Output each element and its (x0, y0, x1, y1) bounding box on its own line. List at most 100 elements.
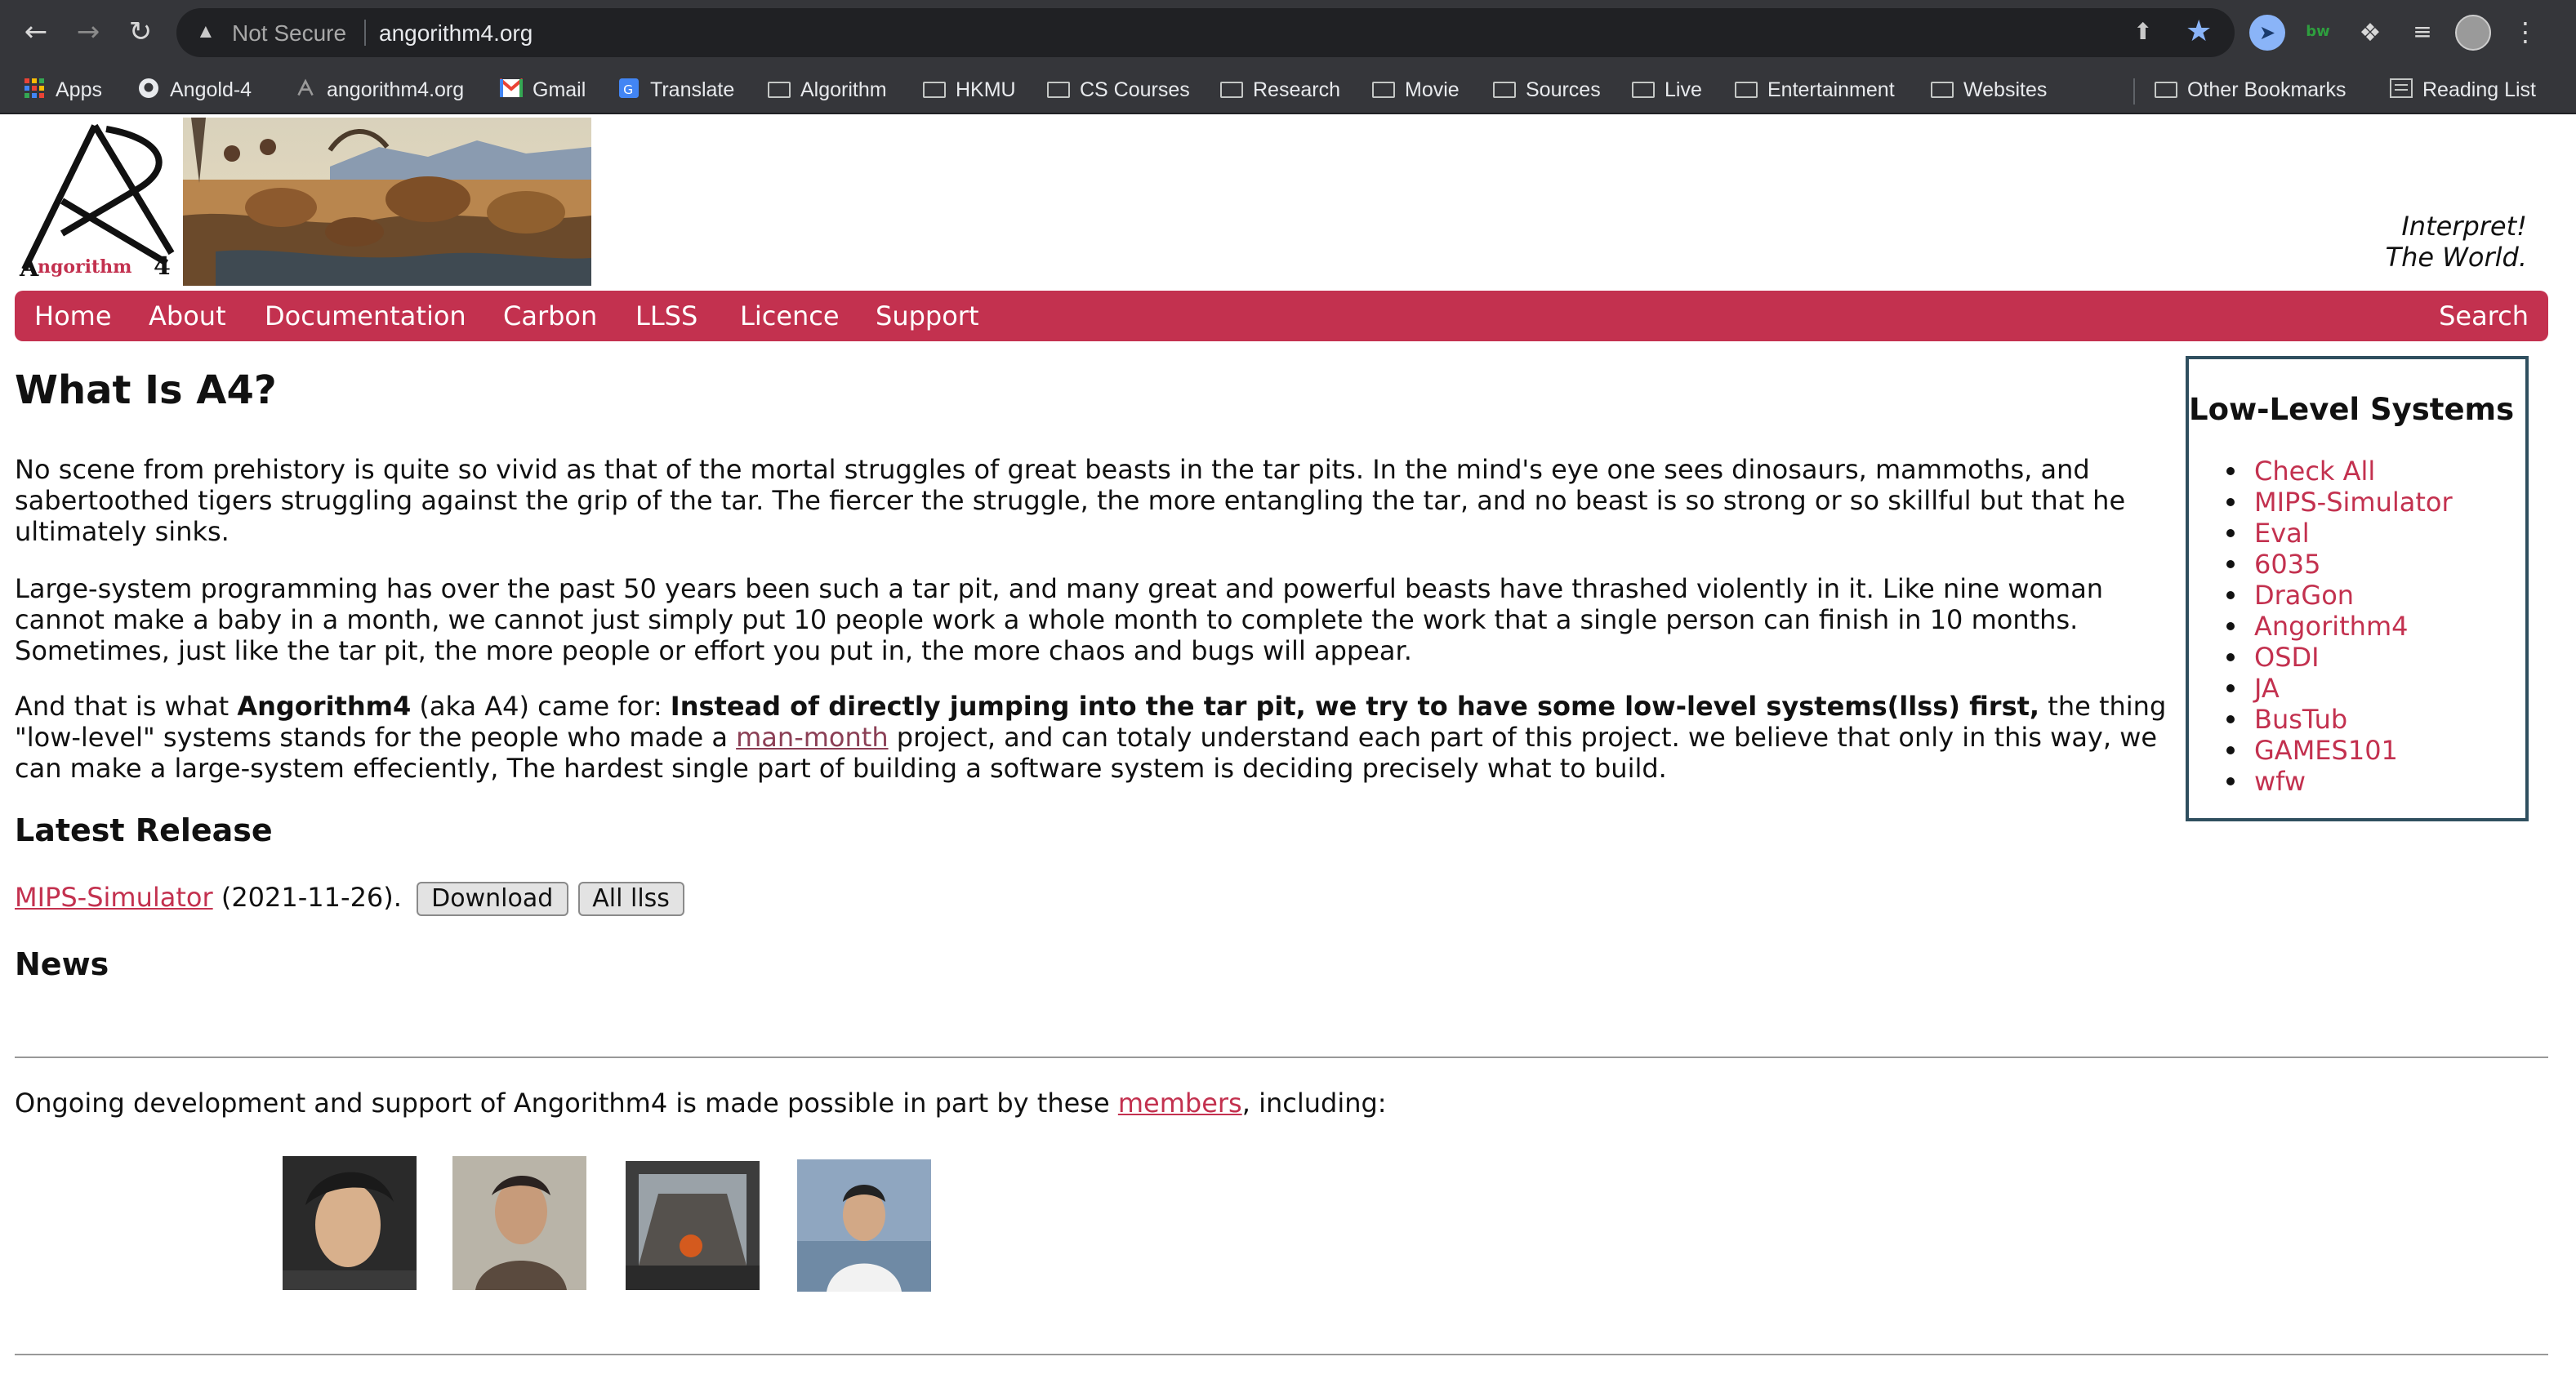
bookmark-folder-websites[interactable]: Websites (1931, 72, 2047, 108)
bitwarden-extension-icon[interactable]: bw (2300, 15, 2336, 51)
sidebar-list-item: Angorithm4 (2254, 611, 2453, 642)
nav-carbon[interactable]: Carbon (503, 300, 597, 331)
nav-licence[interactable]: Licence (740, 300, 840, 331)
bookmark-folder-hkmu[interactable]: HKMU (923, 72, 1016, 108)
svg-text:A: A (19, 254, 39, 282)
nav-about[interactable]: About (149, 300, 226, 331)
release-link[interactable]: MIPS-Simulator (15, 882, 213, 913)
intro-paragraph-1: No scene from prehistory is quite so viv… (15, 454, 2126, 547)
profile-avatar-icon[interactable] (2455, 15, 2491, 51)
nav-support[interactable]: Support (876, 300, 979, 331)
bookmark-angorithm4[interactable]: angorithm4.org (294, 72, 464, 108)
svg-text:ngorithm: ngorithm (38, 256, 131, 278)
para3-brand: Angorithm4 (237, 691, 412, 722)
sidebar-link-dragon[interactable]: DraGon (2254, 580, 2354, 611)
folder-icon (768, 82, 791, 98)
other-bookmarks-label: Other Bookmarks (2187, 78, 2346, 101)
member-photo-1[interactable] (283, 1156, 417, 1290)
nav-llss[interactable]: LLSS (635, 300, 697, 331)
bookmark-folder-entertainment[interactable]: Entertainment (1735, 72, 1895, 108)
man-month-link[interactable]: man-month (736, 722, 888, 753)
bookmark-label: Angold-4 (170, 78, 252, 101)
browser-toolbar: ← → ↻ ▲ Not Secure angorithm4.org ⬆ ★ ➤ … (0, 0, 2576, 65)
bookmark-angold-4[interactable]: Angold-4 (137, 72, 252, 108)
other-bookmarks[interactable]: Other Bookmarks (2155, 72, 2346, 108)
folder-icon (1220, 82, 1243, 98)
extensions-puzzle-icon[interactable]: ❖ (2352, 15, 2388, 51)
download-button[interactable]: Download (417, 882, 568, 916)
bookmark-star-icon[interactable]: ★ (2186, 15, 2212, 49)
all-llss-button[interactable]: All llss (577, 882, 684, 916)
address-bar[interactable]: ▲ Not Secure angorithm4.org ⬆ ★ (176, 8, 2235, 57)
svg-text:G: G (623, 82, 633, 97)
para3-text: And that is what (15, 691, 238, 722)
bookmark-folder-live[interactable]: Live (1632, 72, 1702, 108)
sidebar-link-games101[interactable]: GAMES101 (2254, 735, 2398, 766)
bookmark-label: angorithm4.org (327, 78, 465, 101)
reading-list[interactable]: Reading List (2390, 72, 2536, 108)
sidebar-link-6035[interactable]: 6035 (2254, 549, 2320, 580)
bookmark-translate[interactable]: G Translate (617, 72, 734, 108)
sidebar-list-item: DraGon (2254, 580, 2453, 611)
bookmark-gmail[interactable]: Gmail (500, 72, 586, 108)
intro-paragraph-3: And that is what Angorithm4 (aka A4) cam… (15, 691, 2174, 784)
sidebar-link-mips-simulator[interactable]: MIPS-Simulator (2254, 487, 2453, 518)
back-arrow-icon[interactable]: ← (16, 13, 56, 52)
bookmark-folder-cs-courses[interactable]: CS Courses (1047, 72, 1190, 108)
latest-release-heading: Latest Release (15, 813, 273, 849)
extension-compass-icon[interactable]: ➤ (2249, 15, 2285, 51)
bookmark-folder-algorithm[interactable]: Algorithm (768, 72, 887, 108)
member-photo-4[interactable] (797, 1159, 931, 1292)
sidebar-list: Check All MIPS-Simulator Eval 6035 DraGo… (2189, 456, 2453, 797)
site-logo[interactable]: A ngorithm 4 (16, 119, 180, 282)
tagline-line-1: Interpret! (2401, 211, 2527, 242)
member-photo-3[interactable] (626, 1161, 760, 1290)
bookmark-folder-research[interactable]: Research (1220, 72, 1340, 108)
sidebar-link-check-all[interactable]: Check All (2254, 456, 2375, 487)
member-photo-2[interactable] (452, 1156, 586, 1290)
sidebar-link-wfw[interactable]: wfw (2254, 766, 2306, 797)
sidebar-list-item: JA (2254, 673, 2453, 704)
menu-kebab-icon[interactable]: ⋮ (2507, 15, 2543, 51)
sidebar-link-bustub[interactable]: BusTub (2254, 704, 2347, 735)
bookmark-label: Movie (1405, 78, 1460, 101)
folder-icon (1931, 82, 1954, 98)
github-icon (139, 78, 158, 98)
bookmark-apps[interactable]: Apps (23, 72, 102, 108)
bookmarks-bar: Apps Angold-4 angorithm4.org Gmail G Tran… (0, 65, 2576, 114)
bookmark-label: Apps (56, 78, 102, 101)
sidebar-title: Low-Level Systems (2189, 394, 2515, 428)
sidebar-link-ja[interactable]: JA (2254, 673, 2280, 704)
bookmark-label: CS Courses (1080, 78, 1190, 101)
apps-grid-icon (25, 78, 44, 98)
bookmark-label: Sources (1526, 78, 1601, 101)
warning-triangle-icon: ▲ (196, 20, 216, 42)
sidebar-link-osdi[interactable]: OSDI (2254, 642, 2320, 673)
nav-documentation[interactable]: Documentation (265, 300, 466, 331)
forward-arrow-icon[interactable]: → (69, 13, 108, 52)
footer-divider-line (15, 1354, 2548, 1355)
sidebar-list-item: BusTub (2254, 704, 2453, 735)
bookmark-folder-movie[interactable]: Movie (1372, 72, 1460, 108)
sidebar-list-item: OSDI (2254, 642, 2453, 673)
site-tagline: Interpret! The World. (2386, 211, 2527, 273)
divider-line (15, 1057, 2548, 1058)
bookmark-label: Entertainment (1767, 78, 1895, 101)
url-text[interactable]: angorithm4.org (379, 20, 533, 46)
sidebar-link-eval[interactable]: Eval (2254, 518, 2310, 549)
media-playlist-icon[interactable]: ≡ (2404, 15, 2440, 51)
sidebar-link-angorithm4[interactable]: Angorithm4 (2254, 611, 2408, 642)
nav-home[interactable]: Home (34, 300, 112, 331)
folder-icon (923, 82, 946, 98)
tagline-line-2: The World. (2385, 242, 2527, 273)
members-link[interactable]: members (1118, 1088, 1242, 1119)
web-page: A ngorithm 4 Interpret! The World. Home … (0, 114, 2576, 1388)
share-icon[interactable]: ⬆ (2133, 18, 2152, 46)
nav-search[interactable]: Search (2439, 300, 2529, 331)
para3-emphasis: Instead of directly jumping into the tar… (670, 691, 2040, 722)
latest-release-row: MIPS-Simulator (2021-11-26). Download All… (15, 882, 684, 918)
gmail-icon (500, 78, 523, 97)
bookmark-label: Live (1665, 78, 1702, 101)
reload-icon[interactable]: ↻ (121, 13, 160, 52)
bookmark-folder-sources[interactable]: Sources (1493, 72, 1601, 108)
